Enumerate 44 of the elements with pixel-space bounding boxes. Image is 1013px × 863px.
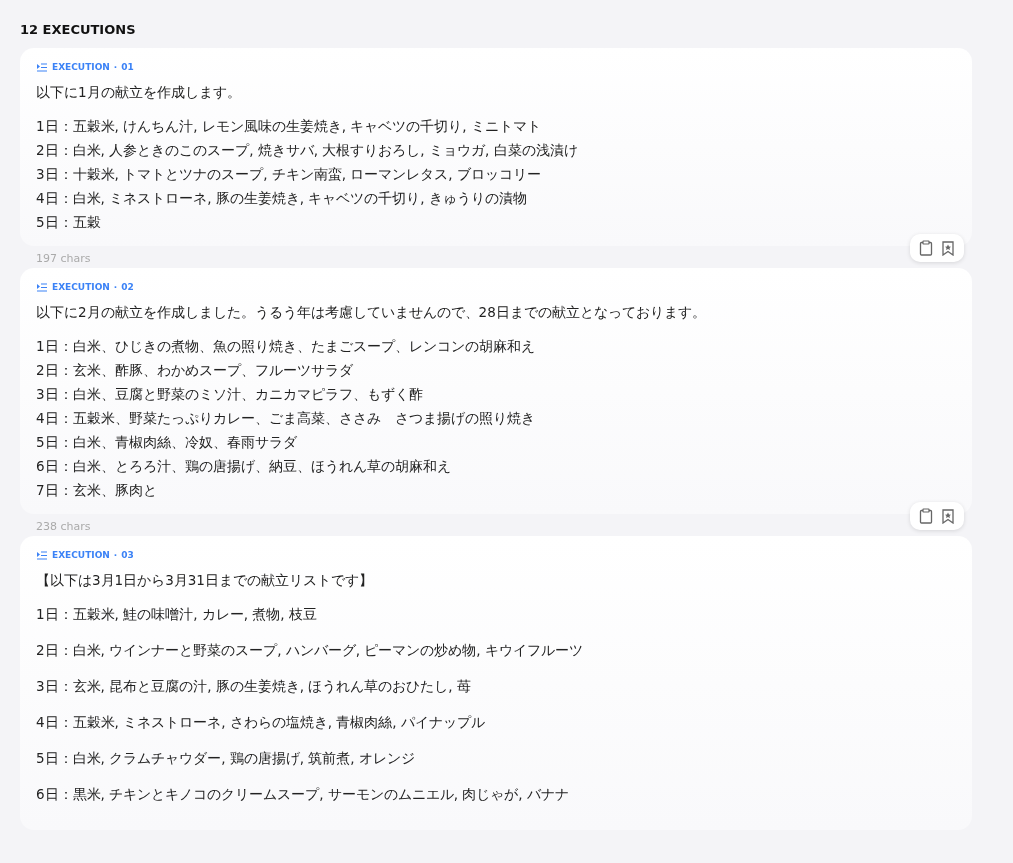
list-play-icon: [36, 550, 48, 560]
clipboard-icon: [919, 240, 933, 256]
menu-line: 5日：白米、青椒肉絲、冷奴、春雨サラダ: [36, 433, 298, 452]
menu-line: 7日：玄米、豚肉と: [36, 481, 158, 500]
menu-line: 4日：白米, ミネストローネ, 豚の生姜焼き, キャベツの千切り, きゅうりの漬物: [36, 189, 528, 208]
copy-button[interactable]: [918, 239, 934, 257]
execution-label: EXECUTION: [52, 282, 110, 292]
menu-line: 5日：白米, クラムチャウダー, 鶏の唐揚げ, 筑前煮, オレンジ: [36, 749, 416, 768]
bookmark-star-icon: [942, 508, 954, 524]
bookmark-button[interactable]: [940, 239, 956, 257]
intro-text: 【以下は3月1日から3月31日までの献立リストです】: [36, 571, 374, 590]
list-play-icon: [36, 62, 48, 72]
clipboard-icon: [919, 508, 933, 524]
execution-number: 03: [121, 550, 134, 560]
list-play-icon: [36, 282, 48, 292]
menu-line: 3日：玄米, 昆布と豆腐の汁, 豚の生姜焼き, ほうれん草のおひたし, 苺: [36, 677, 472, 696]
menu-line: 2日：白米, ウインナーと野菜のスープ, ハンバーグ, ピーマンの炒め物, キウイフルーツ: [36, 641, 584, 660]
menu-line: 2日：白米, 人参ときのこのスープ, 焼きサバ, 大根すりおろし, ミョウガ, 白菜の浅漬け: [36, 141, 579, 160]
menu-line: 3日：白米、豆腐と野菜のミソ汁、カニカマピラフ、もずく酢: [36, 385, 424, 404]
bookmark-button[interactable]: [940, 507, 956, 525]
menu-line: 1日：白米、ひじきの煮物、魚の照り焼き、たまごスープ、レンコンの胡麻和え: [36, 337, 536, 356]
execution-label: EXECUTION: [52, 62, 110, 72]
separator-dot: ·: [113, 62, 118, 72]
intro-text: 以下に1月の献立を作成します。: [36, 83, 242, 102]
menu-line: 3日：十穀米, トマトとツナのスープ, チキン南蛮, ローマンレタス, ブロッコリー: [36, 165, 542, 184]
menu-line: 4日：五穀米、野菜たっぷりカレー、ごま高菜、ささみ さつま揚げの照り焼き: [36, 409, 536, 428]
execution-number: 02: [121, 282, 134, 292]
menu-line: 4日：五穀米, ミネストローネ, さわらの塩焼き, 青椒肉絲, パイナップル: [36, 713, 486, 732]
bookmark-star-icon: [942, 240, 954, 256]
copy-button[interactable]: [918, 507, 934, 525]
execution-label: EXECUTION: [52, 550, 110, 560]
menu-line: 6日：白米、とろろ汁、鶏の唐揚げ、納豆、ほうれん草の胡麻和え: [36, 457, 452, 476]
execution-number: 01: [121, 62, 134, 72]
intro-text: 以下に2月の献立を作成しました。うるう年は考慮していませんので、28日までの献立となっております。: [36, 303, 707, 322]
menu-line: 6日：黒米, チキンとキノコのクリームスープ, サーモンのムニエル, 肉じゃが, バナナ: [36, 785, 570, 804]
menu-line: 2日：玄米、酢豚、わかめスープ、フルーツサラダ: [36, 361, 354, 380]
menu-line: 5日：五穀: [36, 213, 102, 232]
char-count: 197 chars: [36, 252, 91, 265]
separator-dot: ·: [113, 550, 118, 560]
executions-heading: 12 EXECUTIONS: [20, 22, 137, 37]
menu-line: 1日：五穀米, 鮭の味噌汁, カレー, 煮物, 枝豆: [36, 605, 318, 624]
separator-dot: ·: [113, 282, 118, 292]
menu-line: 1日：五穀米, けんちん汁, レモン風味の生姜焼き, キャベツの千切り, ミニトマト: [36, 117, 542, 136]
char-count: 238 chars: [36, 520, 91, 533]
